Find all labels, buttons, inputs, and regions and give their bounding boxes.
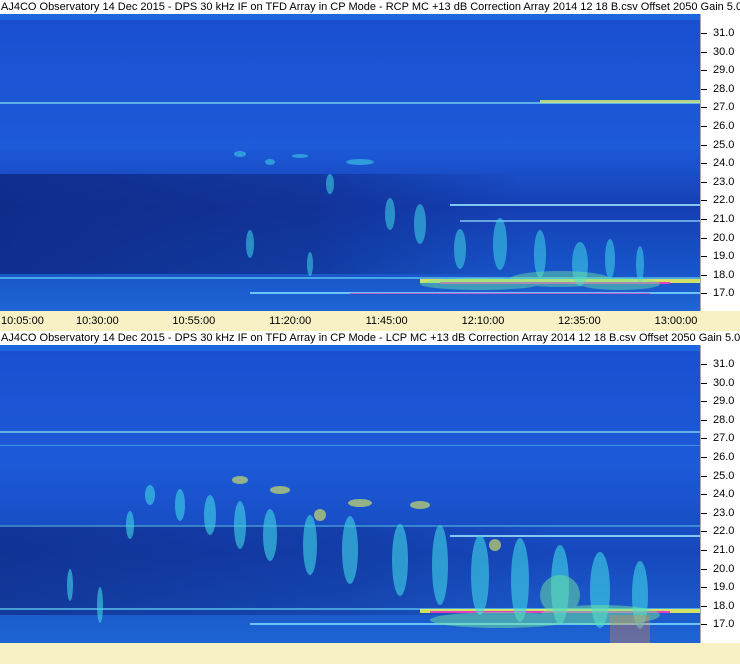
frequency-tick-label: 27.0 (713, 101, 735, 114)
frequency-tick-label: 31.0 (713, 27, 735, 39)
frequency-tick-label: 26.0 (713, 120, 735, 132)
time-tick-label: 11:45:00 (365, 315, 408, 327)
frequency-tick (701, 293, 707, 295)
frequency-tick (701, 401, 707, 403)
frequency-tick (701, 256, 707, 258)
lcp-spectrogram-panel: AJ4CO Observatory 14 Dec 2015 - DPS 30 k… (0, 331, 740, 664)
frequency-tick (701, 624, 707, 626)
frequency-tick (701, 163, 707, 165)
rcp-panel-title: AJ4CO Observatory 14 Dec 2015 - DPS 30 k… (0, 0, 740, 14)
frequency-tick (701, 550, 707, 551)
frequency-tick-label: 29.0 (713, 64, 735, 77)
frequency-tick (701, 531, 707, 533)
frequency-tick-label: 22.0 (713, 194, 735, 207)
time-tick-label: 10:30:00 (75, 315, 119, 327)
frequency-tick (701, 587, 707, 589)
frequency-tick-label: 19.0 (713, 250, 735, 263)
frequency-tick (701, 107, 707, 109)
time-tick-label: 12:35:00 (557, 315, 601, 327)
frequency-tick-label: 30.0 (713, 45, 735, 58)
frequency-tick (701, 144, 707, 146)
frequency-tick (701, 33, 707, 34)
frequency-tick (701, 364, 707, 365)
frequency-tick-label: 24.0 (713, 488, 735, 501)
frequency-tick-label: 21.0 (713, 213, 735, 225)
lcp-time-axis (0, 643, 740, 663)
frequency-tick (701, 457, 707, 458)
frequency-tick (701, 126, 707, 127)
frequency-tick-label: 28.0 (713, 82, 735, 95)
frequency-tick-label: 22.0 (713, 525, 735, 538)
frequency-tick-label: 17.0 (713, 618, 735, 631)
rcp-spectrogram-image (0, 14, 700, 311)
rcp-spectrogram-panel: AJ4CO Observatory 14 Dec 2015 - DPS 30 k… (0, 0, 740, 331)
frequency-tick (701, 605, 707, 607)
frequency-tick-label: 23.0 (713, 506, 735, 519)
frequency-tick (701, 438, 707, 440)
frequency-tick (701, 181, 707, 183)
frequency-tick-label: 27.0 (713, 432, 735, 445)
rcp-time-axis: 10:05:00 10:30:00 10:55:00 11:20:00 11:45:00… (0, 311, 740, 331)
frequency-tick-label: 26.0 (713, 451, 735, 463)
time-tick-label: 13:00:00 (654, 315, 698, 327)
lcp-spectrogram-plot (0, 345, 700, 643)
frequency-tick-label: 28.0 (713, 413, 735, 426)
frequency-tick-label: 30.0 (713, 376, 735, 389)
frequency-tick (701, 70, 707, 72)
frequency-tick-label: 21.0 (713, 544, 735, 556)
frequency-tick-label: 23.0 (713, 175, 735, 188)
time-tick-label: 11:20:00 (269, 315, 312, 327)
frequency-tick-label: 29.0 (713, 395, 735, 408)
lcp-spectrogram-image (0, 345, 700, 643)
time-tick-label: 12:10:00 (461, 315, 505, 327)
frequency-tick (701, 219, 707, 220)
frequency-tick (701, 568, 707, 570)
lcp-panel-title: AJ4CO Observatory 14 Dec 2015 - DPS 30 k… (0, 331, 740, 345)
frequency-tick-label: 20.0 (713, 231, 735, 244)
rcp-frequency-axis: 31.0 30.0 29.0 28.0 27.0 26.0 25.0 24.0 23.0 22.0… (700, 14, 740, 311)
frequency-tick (701, 274, 707, 276)
frequency-tick-label: 20.0 (713, 562, 735, 575)
frequency-tick (701, 88, 707, 90)
frequency-tick (701, 382, 707, 384)
frequency-tick (701, 512, 707, 514)
frequency-tick (701, 200, 707, 202)
frequency-tick-label: 24.0 (713, 157, 735, 170)
frequency-tick (701, 237, 707, 239)
frequency-tick-label: 18.0 (713, 268, 735, 281)
lcp-frequency-axis: 31.0 30.0 29.0 28.0 27.0 26.0 25.0 24.0 23.0 22.0… (700, 345, 740, 643)
frequency-tick-label: 18.0 (713, 599, 735, 612)
frequency-tick-label: 25.0 (713, 469, 735, 482)
frequency-tick-label: 25.0 (713, 138, 735, 151)
frequency-tick (701, 419, 707, 421)
frequency-tick-label: 17.0 (713, 287, 735, 300)
rcp-spectrogram-plot (0, 14, 700, 311)
time-tick-label: 10:05:00 (1, 315, 44, 327)
frequency-tick (701, 51, 707, 53)
frequency-tick (701, 494, 707, 496)
frequency-tick-label: 31.0 (713, 358, 735, 370)
time-tick-label: 10:55:00 (172, 315, 216, 327)
frequency-tick-label: 19.0 (713, 581, 735, 594)
frequency-tick (701, 475, 707, 477)
